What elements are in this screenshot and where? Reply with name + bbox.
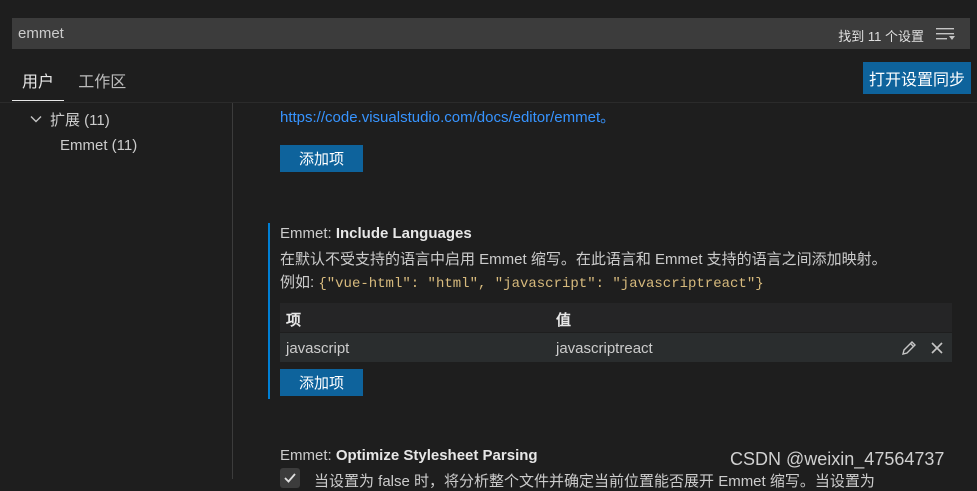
column-header-item: 项 — [286, 312, 302, 329]
edit-icon[interactable] — [900, 339, 918, 357]
emmet-docs-link[interactable]: https://code.visualstudio.com/docs/edito… — [280, 106, 615, 127]
open-settings-sync-button[interactable]: 打开设置同步 — [863, 62, 971, 94]
example-prefix: 例如: — [280, 274, 319, 291]
table-row[interactable]: javascript javascriptreact — [280, 333, 952, 362]
example-code: {"vue-html": "html", "javascript": "java… — [318, 276, 764, 292]
row-key: javascript — [286, 340, 350, 357]
row-value: javascriptreact — [556, 340, 653, 357]
setting-description: 在默认不受支持的语言中启用 Emmet 缩写。在此语言和 Emmet 支持的语言… — [280, 251, 887, 268]
close-icon[interactable] — [928, 339, 946, 357]
toc-item-emmet[interactable]: Emmet (11) — [60, 137, 137, 154]
tab-workspace[interactable]: 工作区 — [68, 62, 136, 100]
setting-category: Emmet: — [280, 447, 336, 464]
add-item-button[interactable]: 添加项 — [280, 369, 363, 396]
settings-scope-tabs: 用户 工作区 — [12, 62, 136, 102]
search-input[interactable] — [18, 18, 798, 49]
setting-title-optimize-stylesheet: Emmet: Optimize Stylesheet Parsing — [280, 447, 538, 464]
column-header-value: 值 — [556, 312, 572, 329]
optimize-stylesheet-checkbox[interactable] — [280, 468, 300, 488]
filter-icon[interactable] — [936, 27, 956, 41]
add-item-button[interactable]: 添加项 — [280, 145, 363, 172]
mapping-table-header: 项 值 — [280, 303, 952, 332]
focused-setting-indicator — [268, 223, 270, 399]
setting-description: 当设置为 false 时，将分析整个文件并确定当前位置能否展开 Emmet 缩写… — [314, 473, 875, 490]
search-result-count: 找到 11 个设置 — [838, 29, 924, 44]
setting-category: Emmet: — [280, 225, 336, 242]
setting-example: 例如: {"vue-html": "html", "javascript": "… — [280, 271, 764, 292]
toc-item-extensions[interactable]: 扩展 (11) — [50, 109, 110, 130]
setting-name: Include Languages — [335, 225, 472, 242]
tab-user[interactable]: 用户 — [12, 62, 65, 101]
chevron-down-icon[interactable] — [30, 113, 42, 125]
watermark: CSDN @weixin_47564737 — [730, 449, 945, 469]
checkmark-icon — [284, 473, 296, 483]
settings-search-bar[interactable]: 找到 11 个设置 — [12, 18, 970, 49]
setting-title-include-languages: Emmet: Include Languages — [280, 225, 472, 242]
setting-name: Optimize Stylesheet Parsing — [335, 447, 538, 464]
toc-divider — [232, 103, 233, 479]
settings-toc: 扩展 (11) Emmet (11) — [0, 103, 232, 479]
